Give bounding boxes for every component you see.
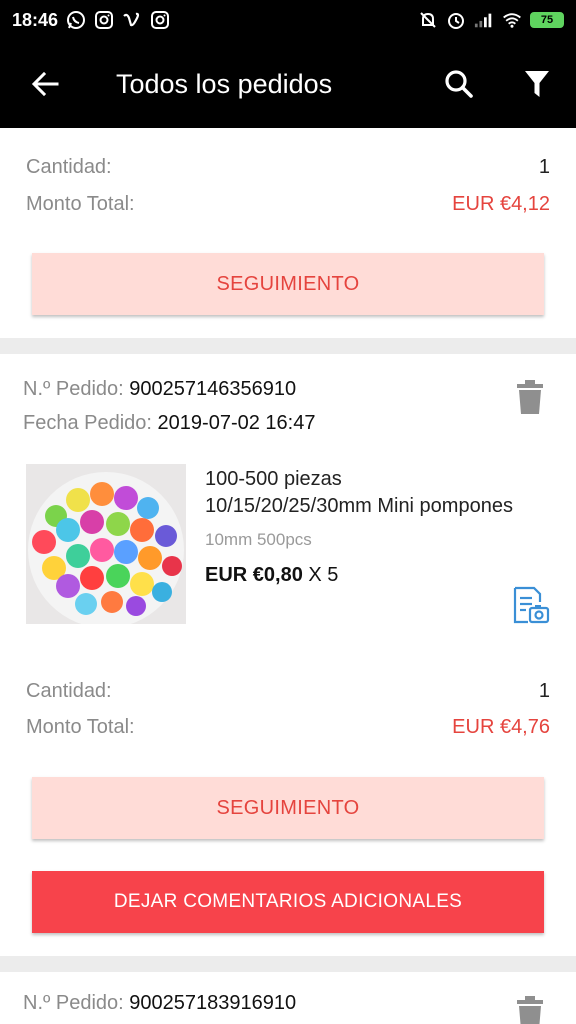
mute-icon [418, 10, 438, 30]
filter-icon [525, 71, 549, 97]
order-number: N.º Pedido: 900257146356910 [23, 378, 296, 401]
order-card: N.º Pedido: 900257146356910 Fecha Pedido… [0, 354, 576, 956]
product-title-line1: 100-500 piezas [205, 468, 342, 490]
alarm-icon [446, 10, 466, 30]
total-row: Monto Total: EUR €4,76 [26, 716, 550, 739]
total-row: Monto Total: EUR €4,12 [26, 193, 550, 216]
app-bar: Todos los pedidos [0, 40, 576, 128]
wifi-icon [502, 10, 522, 30]
search-button[interactable] [420, 40, 498, 128]
back-arrow-icon [31, 71, 59, 97]
total-value: EUR €4,76 [452, 716, 550, 738]
quantity-row: Cantidad: 1 [26, 156, 550, 179]
order-number-label: N.º Pedido: [23, 378, 124, 400]
quantity-label: Cantidad: [26, 156, 112, 178]
page-title: Todos los pedidos [116, 68, 333, 99]
tracking-button[interactable]: SEGUIMIENTO [32, 777, 544, 839]
status-time: 18:46 [12, 9, 59, 30]
price-value: EUR €0,80 [205, 564, 303, 586]
order-card: N.º Pedido: 900257183916910 [0, 972, 576, 1024]
system-icons: 75 [418, 10, 564, 30]
whatsapp-icon [66, 10, 86, 30]
order-date-value: 2019-07-02 16:47 [157, 412, 316, 434]
vimeo-icon [122, 10, 142, 30]
order-number: N.º Pedido: 900257183916910 [23, 992, 296, 1015]
total-value: EUR €4,12 [452, 193, 550, 215]
receipt-camera-icon[interactable] [512, 586, 550, 624]
order-number-value: 900257183916910 [129, 992, 297, 1014]
leave-feedback-button[interactable]: DEJAR COMENTARIOS ADICIONALES [32, 871, 544, 933]
quantity-value: 1 [538, 156, 550, 178]
instagram-icon [150, 10, 170, 30]
notification-icons [66, 10, 170, 30]
delete-icon[interactable] [516, 380, 544, 414]
status-bar: 18:46 75 [0, 0, 576, 40]
total-label: Monto Total: [26, 193, 135, 215]
filter-button[interactable] [498, 40, 576, 128]
quantity-label: Cantidad: [26, 680, 112, 702]
order-date-label: Fecha Pedido: [23, 412, 152, 434]
product-image[interactable] [26, 464, 186, 624]
delete-icon[interactable] [516, 996, 544, 1024]
orders-list[interactable]: Cantidad: 1 Monto Total: EUR €4,12 SEGUI… [0, 128, 576, 1024]
signal-icon [474, 10, 494, 30]
product-title-line2: 10/15/20/25/30mm Mini pompones [205, 495, 513, 517]
total-label: Monto Total: [26, 716, 135, 738]
quantity-row: Cantidad: 1 [26, 680, 550, 703]
price-quantity: X 5 [302, 564, 339, 586]
back-button[interactable] [0, 40, 90, 128]
order-number-value: 900257146356910 [129, 378, 297, 400]
search-icon [445, 70, 473, 98]
order-number-label: N.º Pedido: [23, 992, 124, 1014]
quantity-value: 1 [538, 680, 550, 702]
product-variant: 10mm 500pcs [205, 530, 312, 549]
order-card: Cantidad: 1 Monto Total: EUR €4,12 SEGUI… [0, 128, 576, 338]
tracking-button[interactable]: SEGUIMIENTO [32, 253, 544, 315]
product-title[interactable]: 100-500 piezas 10/15/20/25/30mm Mini pom… [205, 466, 551, 520]
battery-icon: 75 [530, 12, 564, 28]
pompom-image [26, 464, 186, 624]
instagram-icon [94, 10, 114, 30]
product-price: EUR €0,80 X 5 [205, 564, 338, 587]
order-date: Fecha Pedido: 2019-07-02 16:47 [23, 412, 315, 435]
